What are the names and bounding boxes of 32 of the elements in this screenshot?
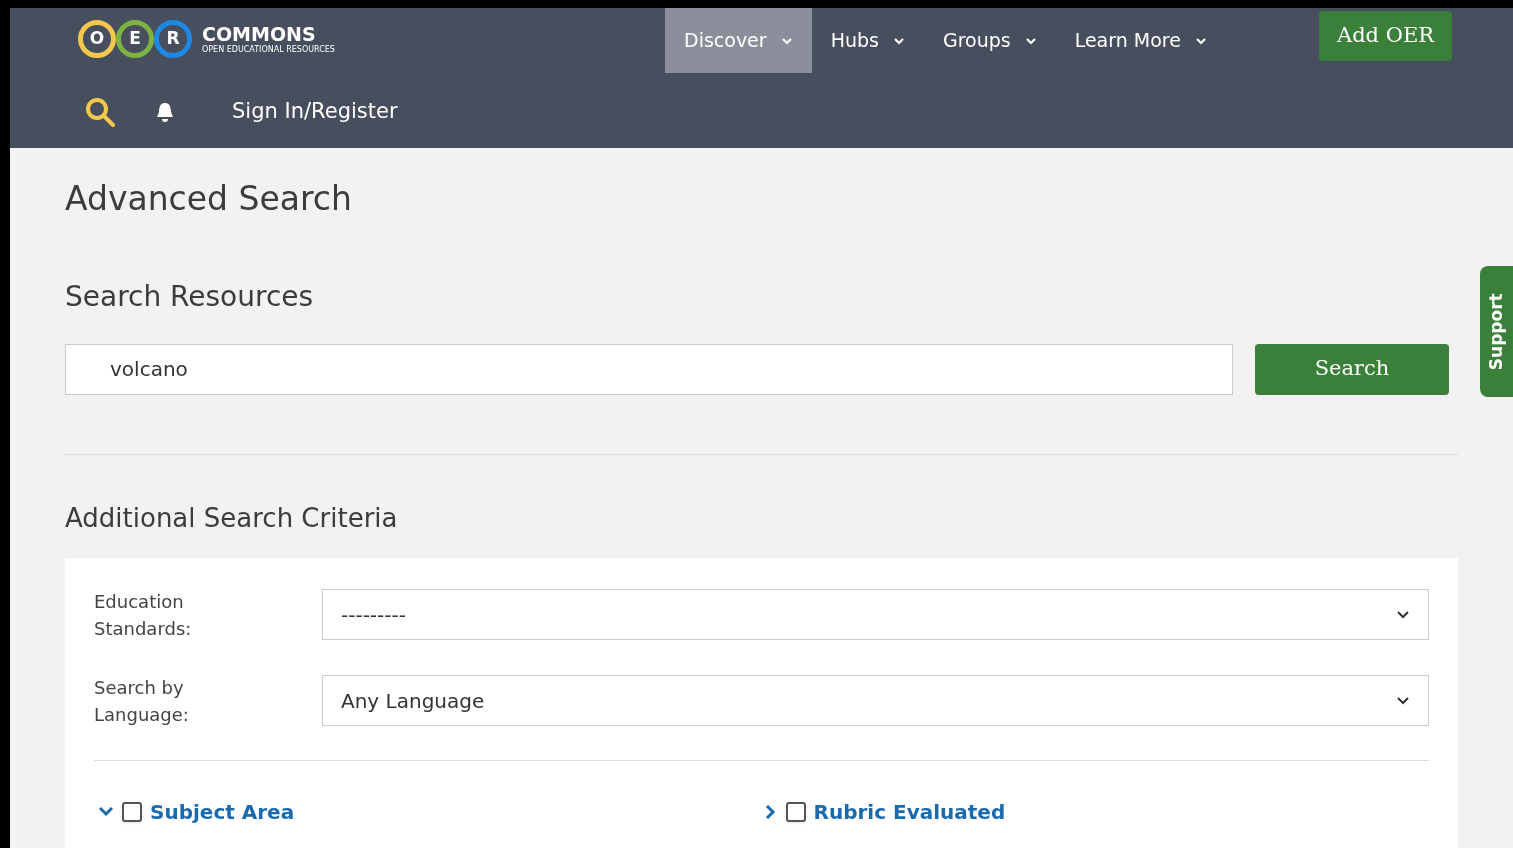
chevron-down-icon [1396,610,1410,619]
nav-menu-item[interactable]: Learn More [1055,8,1226,73]
logo-letter: O [78,20,116,58]
section-heading: Search Resources [65,278,315,315]
logo-letter: R [154,20,192,58]
chevron-down-icon [1396,696,1410,705]
search-icon[interactable] [84,96,116,128]
logo-tagline: OPEN EDUCATIONAL RESOURCES [202,45,335,54]
field-label: Search by Language: [94,675,190,727]
caret-icon [1194,36,1207,45]
caret-icon [1024,36,1037,45]
search-button[interactable]: Search [1255,343,1449,395]
field-label: Education Standards: [94,589,193,641]
nav-menu-item[interactable]: Hubs [811,8,924,73]
sign-in-register-link[interactable]: Sign In/Register [232,96,398,128]
dropdown-field[interactable]: --------- [322,589,1429,640]
search-field[interactable]: volcano [65,343,1233,395]
nav-menu-item[interactable]: Groups [923,8,1056,73]
support-tab[interactable]: Support [1480,266,1513,397]
filter-link[interactable]: Rubric Evaluated [813,796,1006,827]
add-oer-button[interactable]: Add OER [1319,11,1453,61]
filter-link[interactable]: Subject Area [150,796,295,827]
caret-icon [780,36,793,45]
caret-icon [892,36,905,45]
dropdown-field[interactable]: Any Language [322,675,1429,726]
checkbox[interactable] [785,801,806,822]
page-title: Advanced Search [65,178,353,220]
checkbox[interactable] [122,801,142,822]
section-heading: Additional Search Criteria [65,501,399,535]
logo-letter: E [116,20,154,58]
logo-name: COMMONS [202,24,317,44]
bell-icon[interactable] [154,101,176,123]
